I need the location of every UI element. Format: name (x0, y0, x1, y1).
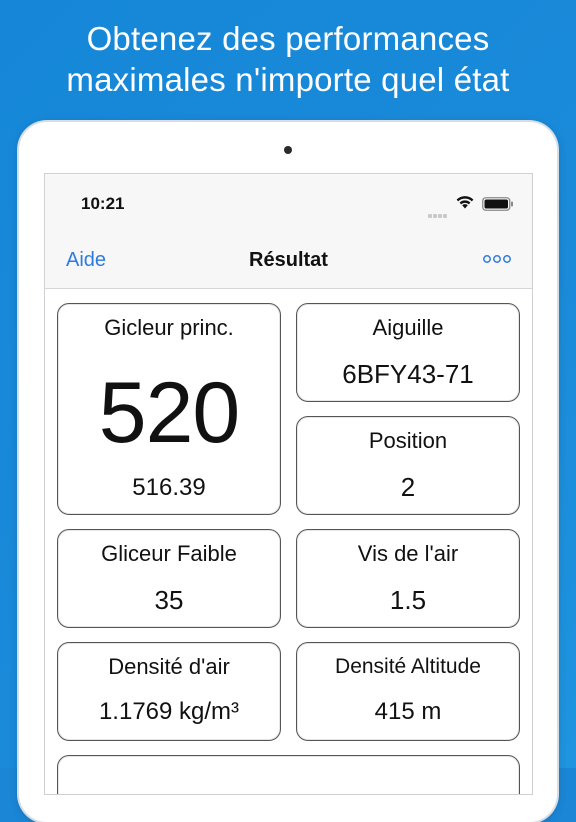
pilot-jet-value: 35 (154, 585, 184, 615)
air-density-label: Densité d'air (108, 654, 230, 679)
position-label: Position (368, 428, 448, 453)
navigation-bar: Aide Résultat (45, 232, 532, 289)
position-card[interactable]: Position 2 (296, 416, 520, 515)
density-altitude-label: Densité Altitude (335, 655, 481, 678)
wifi-icon (456, 196, 474, 209)
results-content: Gicleur princ. 520 516.39 Aiguille 6BFY4… (45, 289, 532, 794)
pilot-jet-card[interactable]: Gliceur Faible 35 (57, 529, 281, 628)
main-jet-card[interactable]: Gicleur princ. 520 516.39 (57, 303, 281, 515)
pilot-jet-label: Gliceur Faible (101, 541, 237, 566)
headline: Obtenez des performances maximales n'imp… (0, 18, 576, 100)
position-value: 2 (400, 472, 416, 502)
cellular-signal-icon (428, 205, 450, 218)
page-title: Résultat (249, 249, 328, 271)
headline-line-2: maximales n'importe quel état (66, 61, 510, 98)
main-jet-label: Gicleur princ. (104, 315, 234, 340)
density-altitude-value: 415 m (374, 698, 442, 725)
status-bar: 10:21 (45, 174, 532, 232)
air-screw-card[interactable]: Vis de l'air 1.5 (296, 529, 520, 628)
needle-label: Aiguille (372, 315, 444, 340)
headline-line-1: Obtenez des performances (86, 20, 490, 57)
needle-value: 6BFY43-71 (342, 359, 474, 389)
air-density-value: 1.1769 kg/m³ (98, 698, 240, 725)
needle-card[interactable]: Aiguille 6BFY43-71 (296, 303, 520, 402)
main-jet-exact-value: 516.39 (132, 474, 206, 501)
partial-card[interactable] (57, 755, 520, 794)
more-options-icon[interactable] (483, 254, 511, 264)
main-jet-value: 520 (98, 365, 241, 461)
air-screw-value: 1.5 (389, 585, 427, 615)
air-density-card[interactable]: Densité d'air 1.1769 kg/m³ (57, 642, 281, 741)
air-screw-label: Vis de l'air (357, 541, 459, 566)
battery-icon (482, 197, 513, 211)
app-screen: 10:21 Aide Résultat Gicleur princ. 520 5… (44, 173, 533, 795)
status-time: 10:21 (81, 194, 125, 213)
density-altitude-card[interactable]: Densité Altitude 415 m (296, 642, 520, 741)
camera-dot (284, 146, 292, 154)
